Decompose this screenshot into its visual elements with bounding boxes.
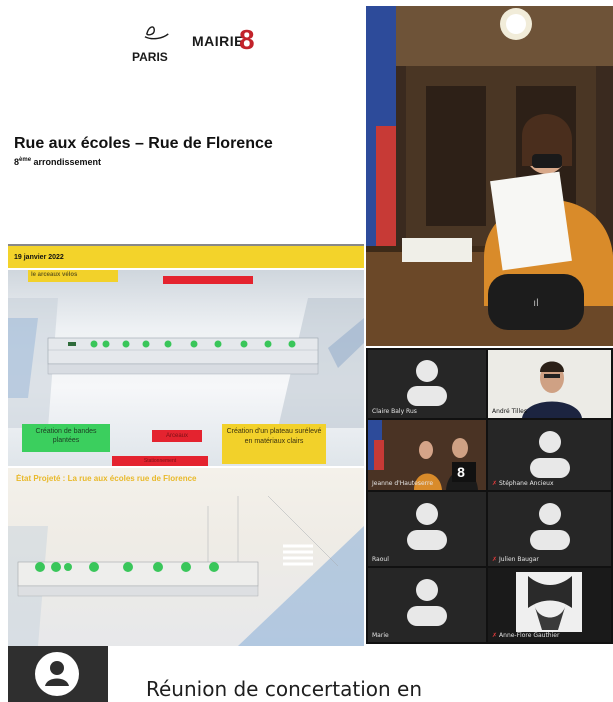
plan-bottom-street-map [8,495,364,646]
user-avatar-icon [35,652,79,696]
label-bandes-plantees: Création de bandes plantées [22,424,110,452]
presentation-slide: PARIS MAIRIE 8 Rue aux écoles – Rue de F… [8,6,364,268]
participant-tile[interactable]: ✗ Julien Baugar [488,492,611,566]
participants-grid: Claire Baly Rus André Tilles 8 Jeanne d'… [366,348,613,644]
participant-name: ✗ Anne-Flore Gauthier [492,632,560,639]
main-video-feed: ıl [366,6,613,346]
participant-name: ✗ Stéphane Ancieux [492,480,554,487]
participant-tile[interactable]: ✗ Stéphane Ancieux [488,420,611,490]
participant-photo-icon [488,568,611,642]
person-avatar-icon [407,360,447,406]
slide-date: 19 janvier 2022 [14,254,64,261]
label-plateau: Création d'un plateau surélevé en matéri… [222,424,326,464]
person-avatar-icon [407,503,447,550]
plan-top-street-map [8,298,364,428]
participant-tile[interactable]: Marie [368,568,486,642]
participant-tile[interactable]: ✗ Anne-Flore Gauthier [488,568,611,642]
participant-tile[interactable]: André Tilles [488,350,611,418]
plan-bottom-image: État Projeté : La rue aux écoles rue de … [8,468,364,646]
muted-mic-icon: ✗ [492,480,498,487]
participant-name: Claire Baly Rus [372,408,417,415]
person-avatar-icon [407,579,447,626]
muted-mic-icon: ✗ [492,556,498,563]
caption-text: Réunion de concertation en [146,677,423,701]
plan-top-image: le arceaux vélos Création de bandes plan… [8,270,364,466]
mairie-label: MAIRIE [192,33,244,49]
label-stationnement: Stationnement [112,456,208,466]
svg-text:ıl: ıl [533,298,539,309]
participant-tile[interactable]: Claire Baly Rus [368,350,486,418]
plan-top-header: le arceaux vélos [28,270,118,282]
label-arceaux: Arceaux [152,430,202,442]
participant-name: Raoul [372,556,389,563]
video-scene: ıl [366,6,613,346]
participant-tile[interactable]: 8 Jeanne d'Hauteserre [368,420,486,490]
person-avatar-icon [529,431,570,478]
paris-label: PARIS [132,50,168,64]
participant-name: Marie [372,632,389,639]
slide-title: Rue aux écoles – Rue de Florence [14,135,273,152]
participant-name: ✗ Julien Baugar [492,556,539,563]
slide-subtitle: 8ème arrondissement [14,157,102,167]
plan-top-red-strip [163,276,253,284]
muted-mic-icon: ✗ [492,632,498,639]
paris-logo-icon [144,26,169,40]
mairie-number: 8 [239,24,255,55]
user-avatar-badge [8,646,108,702]
person-avatar-icon [529,503,570,550]
room-badge: 8 [457,464,465,480]
participant-name: André Tilles [492,408,527,415]
participant-tile[interactable]: Raoul [368,492,486,566]
participant-name: Jeanne d'Hauteserre [372,480,434,487]
